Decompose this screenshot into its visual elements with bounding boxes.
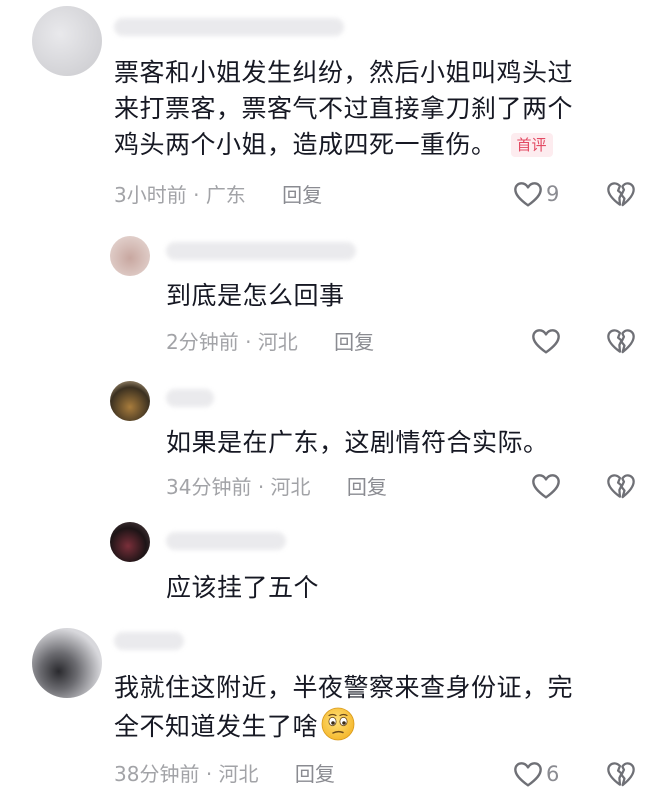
broken-heart-icon [604, 178, 638, 210]
first-comment-badge: 首评 [510, 133, 553, 157]
comment-location: 河北 [257, 330, 298, 354]
username-blurred[interactable] [166, 532, 286, 550]
dislike-button[interactable] [604, 758, 638, 790]
comment-text: 票客和小姐发生纠纷，然后小姐叫鸡头过 来打票客，票客气不过直接拿刀刹了两个 鸡头… [114, 58, 574, 159]
like-button[interactable]: 6 [512, 758, 559, 790]
reply-button[interactable]: 回复 [347, 475, 387, 499]
comment-text: 我就住这附近，半夜警察来查身份证，完 全不知道发生了啥 [114, 673, 574, 742]
reply-item: 如果是在广东，这剧情符合实际。 34分钟前 · 河北 回复 [0, 375, 670, 515]
comment-item: 票客和小姐发生纠纷，然后小姐叫鸡头过 来打票客，票客气不过直接拿刀刹了两个 鸡头… [0, 0, 670, 230]
comment-location: 河北 [218, 762, 259, 786]
heart-outline-icon [530, 470, 562, 502]
reply-button[interactable]: 回复 [334, 330, 374, 354]
username-blurred[interactable] [114, 18, 344, 36]
comment-meta: 2分钟前 · 河北 回复 [166, 330, 375, 354]
like-button[interactable] [530, 325, 562, 357]
dislike-button[interactable] [604, 325, 638, 357]
comment-meta: 38分钟前 · 河北 回复 [114, 762, 335, 786]
reply-item: 到底是怎么回事 2分钟前 · 河北 回复 [0, 230, 670, 370]
heart-outline-icon [512, 178, 544, 210]
comment-meta: 3小时前 · 广东 回复 [114, 183, 323, 207]
username-blurred[interactable] [114, 632, 184, 650]
like-count: 6 [546, 762, 560, 786]
dislike-button[interactable] [604, 178, 638, 210]
avatar[interactable] [110, 381, 150, 421]
comment-meta: 34分钟前 · 河北 回复 [166, 475, 387, 499]
comment-text: 到底是怎么回事 [166, 281, 345, 310]
broken-heart-icon [604, 325, 638, 357]
comment-item: 我就住这附近，半夜警察来查身份证，完 全不知道发生了啥 38分钟前 · 河北 回… [0, 620, 670, 800]
confused-face-emoji-icon [320, 706, 356, 742]
reply-button[interactable]: 回复 [295, 762, 335, 786]
reply-button[interactable]: 回复 [282, 183, 322, 207]
comment-location: 广东 [205, 183, 246, 207]
comment-text: 应该挂了五个 [166, 573, 320, 602]
broken-heart-icon [604, 758, 638, 790]
username-blurred[interactable] [166, 242, 356, 260]
heart-outline-icon [530, 325, 562, 357]
comment-time: 38分钟前 [114, 762, 200, 786]
heart-outline-icon [512, 758, 544, 790]
like-count: 9 [546, 182, 560, 206]
avatar[interactable] [110, 236, 150, 276]
avatar[interactable] [32, 628, 102, 698]
broken-heart-icon [604, 470, 638, 502]
avatar[interactable] [32, 6, 102, 76]
comment-text: 如果是在广东，这剧情符合实际。 [166, 428, 549, 457]
username-blurred[interactable] [166, 389, 214, 407]
comment-list: 票客和小姐发生纠纷，然后小姐叫鸡头过 来打票客，票客气不过直接拿刀刹了两个 鸡头… [0, 0, 670, 800]
comment-time: 3小时前 [114, 183, 187, 207]
avatar[interactable] [110, 522, 150, 562]
comment-time: 34分钟前 [166, 475, 252, 499]
like-button[interactable] [530, 470, 562, 502]
like-button[interactable]: 9 [512, 178, 559, 210]
comment-location: 河北 [270, 475, 311, 499]
dislike-button[interactable] [604, 470, 638, 502]
comment-time: 2分钟前 [166, 330, 239, 354]
reply-item: 应该挂了五个 [0, 518, 670, 618]
